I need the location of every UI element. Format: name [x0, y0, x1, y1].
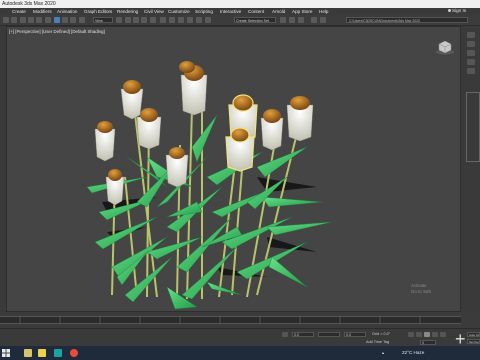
sign-in-button[interactable]: Sign In: [448, 8, 466, 15]
schematic-view-icon[interactable]: [196, 17, 202, 23]
grid-readout: Grid = 0.0": [372, 332, 391, 336]
create-tab-icon[interactable]: [467, 32, 475, 38]
material-editor-icon[interactable]: [205, 17, 211, 23]
menu-interactive[interactable]: Interactive: [220, 9, 241, 14]
folder-icon[interactable]: [38, 349, 46, 357]
motion-tab-icon[interactable]: [467, 59, 475, 65]
window-title: Autodesk 3ds Max 2020: [2, 1, 56, 7]
menu-app-store[interactable]: App Store: [292, 9, 312, 14]
select-object-icon[interactable]: [54, 17, 60, 23]
folder-icon[interactable]: [320, 17, 326, 23]
unlink-icon[interactable]: [28, 17, 34, 23]
render-production-icon[interactable]: [298, 17, 304, 23]
menu-customize[interactable]: Customize: [168, 9, 190, 14]
layer-icon[interactable]: [178, 17, 184, 23]
chrome-icon[interactable]: [70, 349, 78, 357]
snap-icon[interactable]: [125, 17, 131, 23]
project-path-field[interactable]: C:\Users\C3DSCUN\Documents\3ds Max 2020: [346, 17, 468, 23]
file-explorer-icon[interactable]: [24, 349, 32, 357]
undo-icon[interactable]: [3, 17, 9, 23]
menu-bar: Create Modifiers Animation Graph Editors…: [0, 8, 480, 15]
go-to-start-icon[interactable]: [408, 332, 414, 337]
lock-selection-icon[interactable]: [282, 332, 288, 337]
title-bar: Autodesk 3ds Max 2020: [0, 0, 480, 8]
auto-key-button[interactable]: Auto Key: [467, 332, 480, 337]
windows-taskbar: 22°C Haze ▴: [0, 346, 480, 360]
selection-set-dropdown[interactable]: Create Selection Set: [234, 17, 276, 23]
set-key-button[interactable]: Set Key: [467, 339, 480, 344]
time-slider[interactable]: [0, 316, 461, 324]
y-coordinate-field[interactable]: [318, 332, 340, 337]
selection-filter-icon[interactable]: [45, 17, 51, 23]
render-frame-icon[interactable]: [289, 17, 295, 23]
add-time-tag-button[interactable]: Add Time Tag: [366, 340, 389, 344]
windows-start-icon[interactable]: [2, 349, 10, 357]
hierarchy-tab-icon[interactable]: [467, 50, 475, 56]
menu-scripting[interactable]: Scripting: [195, 9, 213, 14]
curve-editor-icon[interactable]: [187, 17, 193, 23]
menu-animation[interactable]: Animation: [57, 9, 77, 14]
spinner-snap-icon[interactable]: [150, 17, 156, 23]
align-icon[interactable]: [169, 17, 175, 23]
command-panel-rollout: [466, 92, 480, 162]
redo-icon[interactable]: [11, 17, 17, 23]
bind-spacewarp-icon[interactable]: [36, 17, 42, 23]
flower-model[interactable]: [7, 27, 461, 312]
link-icon[interactable]: [20, 17, 26, 23]
pivot-icon[interactable]: [116, 17, 122, 23]
current-frame-field[interactable]: 0: [420, 340, 436, 345]
rectangular-selection-icon[interactable]: [70, 17, 76, 23]
reference-coordinate-dropdown[interactable]: View: [93, 17, 113, 23]
select-and-move-icon[interactable]: [79, 17, 85, 23]
previous-frame-icon[interactable]: [416, 332, 422, 337]
select-by-name-icon[interactable]: [62, 17, 68, 23]
render-setup-icon[interactable]: [280, 17, 286, 23]
command-panel: [461, 26, 480, 312]
menu-content[interactable]: Content: [248, 9, 264, 14]
modify-tab-icon[interactable]: [467, 41, 475, 47]
perspective-viewport[interactable]: [+] [Perspective] [User Defined] [Defaul…: [6, 26, 461, 312]
workspace-icon[interactable]: [311, 17, 317, 23]
main-toolbar: View Create Selection Set C:\Users\C3DSC…: [0, 15, 480, 26]
menu-create[interactable]: Create: [12, 9, 26, 14]
play-icon[interactable]: [424, 332, 430, 337]
menu-help[interactable]: Help: [319, 9, 328, 14]
user-icon: [448, 9, 451, 13]
status-bar: 0.0 0.0 Grid = 0.0" Add Time Tag 0 + Aut…: [0, 328, 480, 348]
network-icon[interactable]: ▴: [382, 350, 384, 355]
time-ruler-ticks: [19, 317, 421, 323]
display-tab-icon[interactable]: [467, 68, 475, 74]
menu-graph-editors[interactable]: Graph Editors: [84, 9, 112, 14]
next-frame-icon[interactable]: [432, 332, 438, 337]
go-to-end-icon[interactable]: [440, 332, 446, 337]
activate-windows-watermark: Activate Go to Sett: [411, 283, 431, 294]
weather-widget[interactable]: 22°C Haze: [402, 350, 424, 355]
z-coordinate-field[interactable]: 0.0: [344, 332, 366, 337]
3dsmax-icon[interactable]: [54, 349, 62, 357]
angle-snap-icon[interactable]: [133, 17, 139, 23]
viewcube-icon[interactable]: [435, 41, 455, 55]
menu-rendering[interactable]: Rendering: [117, 9, 138, 14]
menu-modifiers[interactable]: Modifiers: [33, 9, 52, 14]
x-coordinate-field[interactable]: 0.0: [292, 332, 314, 337]
menu-arnold[interactable]: Arnold: [272, 9, 285, 14]
mirror-icon[interactable]: [160, 17, 166, 23]
percent-snap-icon[interactable]: [141, 17, 147, 23]
menu-civil-view[interactable]: Civil View: [144, 9, 164, 14]
